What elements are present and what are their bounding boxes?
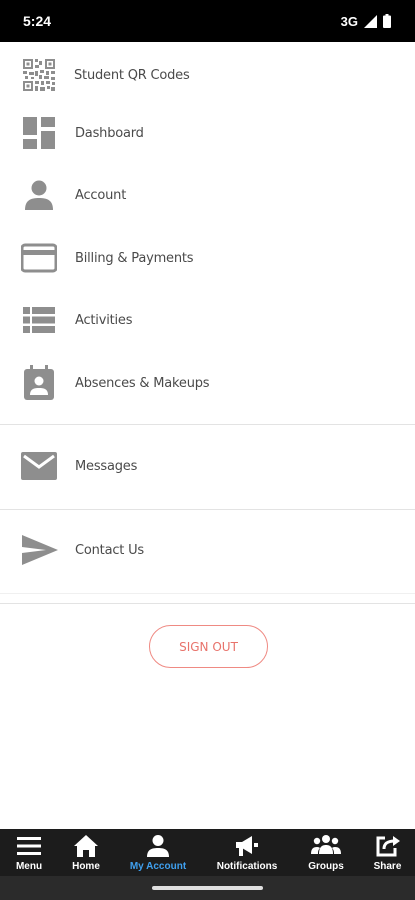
menu-item-label: Messages [75, 458, 138, 474]
dashboard-icon [21, 115, 57, 151]
section-divider [0, 424, 415, 425]
home-icon [74, 835, 98, 857]
tab-menu[interactable]: Menu [0, 829, 58, 876]
menu-item-messages[interactable]: Messages [0, 435, 415, 498]
menu-item-label: Activities [75, 312, 133, 328]
section-divider [0, 509, 415, 510]
list-icon [21, 302, 57, 338]
network-type: 3G [340, 13, 358, 29]
tab-share[interactable]: Share [360, 829, 415, 876]
person-icon [21, 177, 57, 213]
menu-item-label: Billing & Payments [75, 250, 194, 266]
tab-label: Share [373, 861, 402, 872]
send-icon [20, 532, 60, 568]
menu-item-account[interactable]: Account [0, 164, 415, 227]
qr-code-icon [21, 57, 57, 93]
sign-out-button[interactable]: SIGN OUT [149, 625, 268, 668]
menu-item-label: Dashboard [75, 125, 144, 141]
tab-home[interactable]: Home [58, 829, 114, 876]
tab-label: Home [72, 861, 100, 872]
section-divider [0, 603, 415, 604]
bottom-tab-bar: Menu Home My Account Notifications Group… [0, 829, 415, 876]
mail-icon [20, 448, 58, 484]
status-bar: 5:24 3G [0, 0, 415, 42]
groups-icon [311, 835, 341, 854]
menu-item-contact-us[interactable]: Contact Us [0, 519, 415, 582]
account-icon [147, 835, 169, 857]
tab-my-account[interactable]: My Account [114, 829, 202, 876]
section-divider [0, 593, 415, 594]
status-indicators: 3G [341, 14, 391, 29]
tab-label: Groups [308, 861, 344, 872]
menu-item-activities[interactable]: Activities [0, 289, 415, 352]
battery-icon [383, 14, 391, 28]
menu-item-label: Absences & Makeups [75, 375, 210, 391]
tab-label: My Account [129, 861, 187, 872]
calendar-person-icon [21, 365, 57, 401]
system-nav-bar [0, 876, 415, 900]
menu-item-label: Contact Us [75, 542, 144, 558]
tab-notifications[interactable]: Notifications [202, 829, 292, 876]
share-icon [376, 836, 400, 857]
menu-item-billing-payments[interactable]: Billing & Payments [0, 227, 415, 290]
status-time: 5:24 [23, 13, 52, 29]
tab-label: Menu [15, 861, 43, 872]
hamburger-icon [17, 837, 41, 855]
credit-card-icon [21, 240, 57, 276]
menu-item-absences-makeups[interactable]: Absences & Makeups [0, 352, 415, 415]
menu-item-dashboard[interactable]: Dashboard [0, 102, 415, 165]
tab-groups[interactable]: Groups [292, 829, 360, 876]
home-indicator[interactable] [152, 886, 263, 890]
signal-icon [364, 14, 377, 28]
menu-item-label: Account [75, 187, 127, 203]
menu-item-student-qr-codes[interactable]: Student QR Codes [0, 44, 415, 107]
menu-item-label: Student QR Codes [74, 67, 190, 83]
megaphone-icon [236, 836, 258, 856]
tab-label: Notifications [216, 861, 278, 872]
